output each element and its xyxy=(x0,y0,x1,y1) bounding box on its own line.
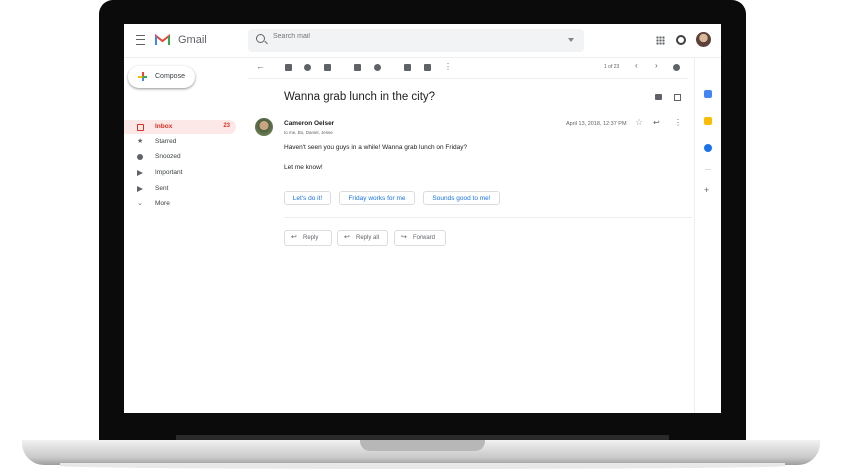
message-date: April 13, 2018, 12:37 PM xyxy=(566,121,627,127)
label-icon[interactable] xyxy=(424,64,431,71)
reply-all-icon: ↩ xyxy=(344,234,350,241)
menu-icon[interactable] xyxy=(136,35,145,45)
compose-button[interactable]: Compose xyxy=(128,66,195,88)
sidebar-item-important[interactable]: Important xyxy=(124,166,236,180)
move-to-icon[interactable] xyxy=(404,64,411,71)
sidebar: Compose Inbox 23 ★ Starred Snoozed Impor… xyxy=(124,58,242,413)
inbox-icon xyxy=(137,123,144,131)
gmail-logo-icon[interactable] xyxy=(155,34,170,46)
keep-icon[interactable] xyxy=(704,117,712,125)
gmail-window: Gmail Compose Inbox 23 ★ Starred Snoozed xyxy=(124,24,721,413)
forward-icon: ↪ xyxy=(401,234,407,241)
tasks-icon[interactable] xyxy=(704,144,712,152)
notifications-icon[interactable] xyxy=(676,35,686,45)
sidebar-item-label: Starred xyxy=(155,138,177,145)
more-vert-icon[interactable]: ⋮ xyxy=(444,62,452,71)
print-icon[interactable] xyxy=(655,94,662,100)
snooze-icon[interactable] xyxy=(374,64,381,71)
compose-plus-icon xyxy=(138,72,147,81)
message-toolbar: ← ⋮ 1 of 23 ‹ › xyxy=(248,58,688,79)
mark-unread-icon[interactable] xyxy=(354,64,361,71)
rail-divider xyxy=(705,169,711,170)
recipients[interactable]: to me, Bo, Daniel, Jesse xyxy=(284,130,333,135)
sidebar-item-label: More xyxy=(155,200,170,207)
side-panel: + xyxy=(694,58,721,413)
calendar-icon[interactable] xyxy=(704,90,712,98)
send-icon xyxy=(137,185,143,192)
more-vert-icon[interactable]: ⋮ xyxy=(674,118,682,127)
open-new-window-icon[interactable] xyxy=(674,94,681,101)
smart-reply-chip[interactable]: Sounds good to me! xyxy=(423,191,500,205)
apps-grid-icon[interactable] xyxy=(656,36,665,45)
sidebar-item-label: Snoozed xyxy=(155,153,181,160)
older-chevron-icon[interactable]: › xyxy=(655,61,658,70)
reply-icon[interactable]: ↩ xyxy=(653,118,660,127)
reply-label: Reply xyxy=(303,235,319,241)
forward-button[interactable]: ↪ Forward xyxy=(394,230,446,246)
smart-reply-chip[interactable]: Friday works for me xyxy=(339,191,415,205)
top-bar: Gmail xyxy=(124,24,721,58)
message-body-line: Let me know! xyxy=(284,164,323,171)
divider xyxy=(284,217,692,218)
laptop-notch xyxy=(360,440,485,451)
settings-gear-icon[interactable] xyxy=(673,64,680,71)
reply-icon: ↩ xyxy=(291,234,297,241)
message-body-line: Haven't seen you guys in a while! Wanna … xyxy=(284,144,468,151)
app-name: Gmail xyxy=(178,34,207,46)
reply-button[interactable]: ↩ Reply xyxy=(284,230,332,246)
archive-icon[interactable] xyxy=(285,64,292,71)
sender-avatar[interactable] xyxy=(255,118,273,136)
compose-label: Compose xyxy=(155,73,185,80)
sidebar-item-label: Important xyxy=(155,169,183,176)
sidebar-item-more[interactable]: ⌄ More xyxy=(124,197,236,211)
email-subject: Wanna grab lunch in the city? xyxy=(284,91,436,103)
star-icon: ★ xyxy=(137,138,144,145)
pager-count: 1 of 23 xyxy=(604,64,620,70)
search-icon[interactable] xyxy=(256,34,265,43)
important-icon xyxy=(137,170,143,176)
sidebar-item-label: Sent xyxy=(155,185,169,192)
search-options-icon[interactable] xyxy=(568,38,574,42)
chevron-down-icon: ⌄ xyxy=(137,200,143,207)
sidebar-item-inbox[interactable]: Inbox 23 xyxy=(124,120,236,134)
sender-name[interactable]: Cameron Oelser xyxy=(284,120,334,127)
delete-icon[interactable] xyxy=(324,64,331,71)
report-spam-icon[interactable] xyxy=(304,64,311,71)
sidebar-item-starred[interactable]: ★ Starred xyxy=(124,135,236,149)
sidebar-item-label: Inbox xyxy=(155,123,173,130)
star-icon[interactable]: ☆ xyxy=(635,118,643,127)
add-addon-icon[interactable]: + xyxy=(704,186,709,195)
sidebar-item-sent[interactable]: Sent xyxy=(124,182,236,196)
newer-chevron-icon[interactable]: ‹ xyxy=(635,61,638,70)
smart-reply-chip[interactable]: Let's do it! xyxy=(284,191,331,205)
reply-all-label: Reply all xyxy=(356,235,380,241)
search-input[interactable] xyxy=(273,33,553,40)
unread-count: 23 xyxy=(223,123,230,129)
search-bar[interactable] xyxy=(248,29,584,52)
sidebar-item-snoozed[interactable]: Snoozed xyxy=(124,150,236,164)
clock-icon xyxy=(137,154,143,160)
account-avatar[interactable] xyxy=(696,32,711,47)
forward-label: Forward xyxy=(413,235,436,241)
laptop-shadow xyxy=(60,463,785,469)
back-arrow-icon[interactable]: ← xyxy=(256,62,265,71)
reply-all-button[interactable]: ↩ Reply all xyxy=(337,230,388,246)
